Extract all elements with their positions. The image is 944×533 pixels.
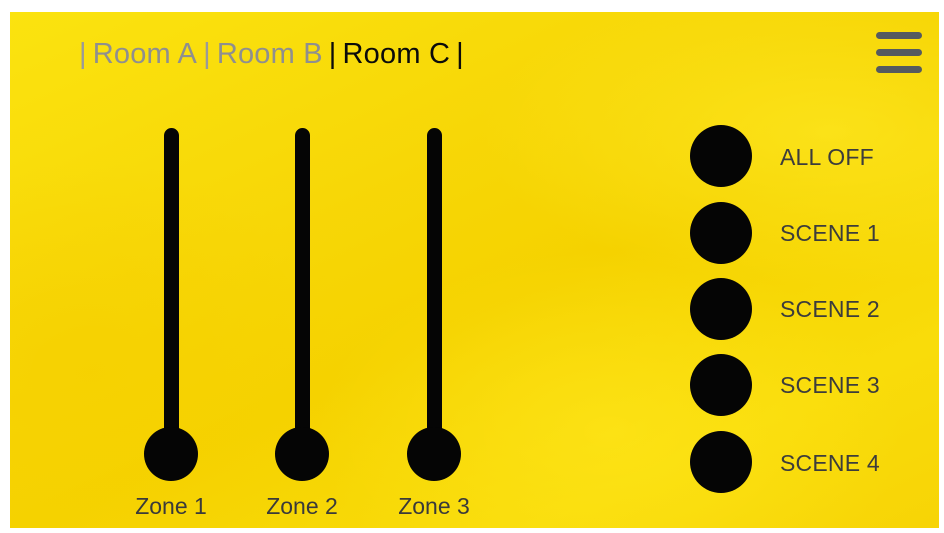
slider-handle[interactable] [407, 427, 461, 481]
all-off-button[interactable] [690, 125, 752, 187]
zone-label: Zone 2 [266, 493, 338, 519]
tab-separator: | [203, 38, 211, 70]
app-screen: | Room A | Room B | Room C | Zone 1 Zone 2 Zon… [10, 12, 939, 528]
tab-room-b[interactable]: Room B [217, 38, 323, 70]
tab-separator: | [456, 38, 464, 70]
scene-label[interactable]: SCENE 2 [780, 296, 880, 323]
scene-3-button[interactable] [690, 354, 752, 416]
scene-label[interactable]: SCENE 4 [780, 450, 880, 477]
scene-1-button[interactable] [690, 202, 752, 264]
scene-4-button[interactable] [690, 431, 752, 493]
scene-label[interactable]: ALL OFF [780, 144, 874, 171]
hamburger-menu-icon[interactable] [876, 32, 924, 80]
zone-label: Zone 3 [398, 493, 470, 519]
tab-room-c[interactable]: Room C [343, 38, 451, 70]
scene-label[interactable]: SCENE 3 [780, 372, 880, 399]
scene-2-button[interactable] [690, 278, 752, 340]
zone-label: Zone 1 [135, 493, 207, 519]
slider-track[interactable] [295, 128, 310, 466]
scene-label[interactable]: SCENE 1 [780, 220, 880, 247]
slider-handle[interactable] [275, 427, 329, 481]
tab-room-a[interactable]: Room A [93, 38, 197, 70]
room-tabs: | Room A | Room B | Room C | [73, 38, 470, 71]
slider-track[interactable] [164, 128, 179, 466]
slider-handle[interactable] [144, 427, 198, 481]
tab-separator: | [79, 38, 87, 70]
slider-track[interactable] [427, 128, 442, 466]
tab-separator: | [328, 38, 337, 70]
